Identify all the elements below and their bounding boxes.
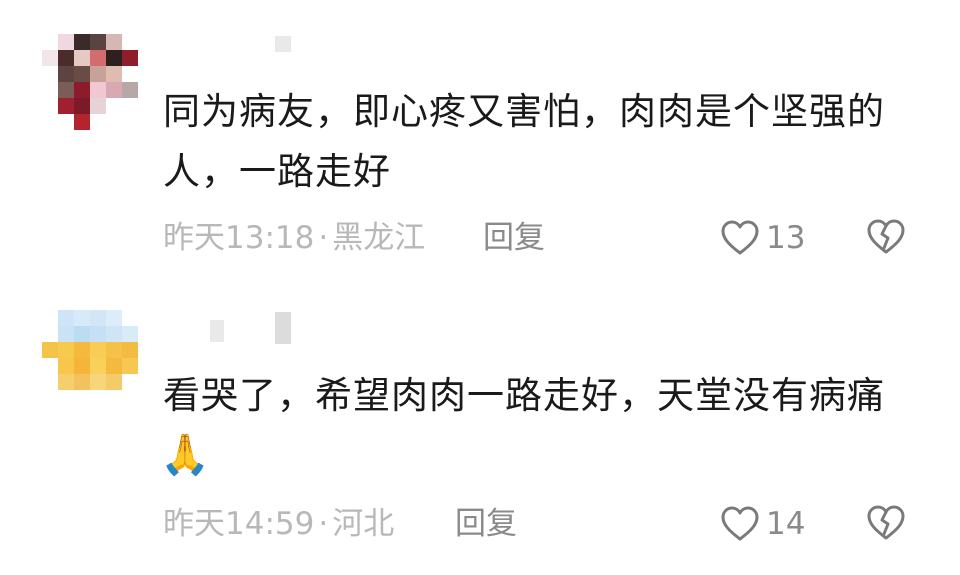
comment-location: 黑龙江 (332, 220, 426, 256)
avatar-pixel (122, 342, 138, 358)
avatar-pixel (58, 358, 74, 374)
avatar-pixel (90, 342, 106, 358)
avatar-pixel (74, 310, 90, 326)
avatar-pixel (106, 358, 122, 374)
avatar-pixel (106, 34, 122, 50)
reply-button[interactable]: 回复 (455, 504, 517, 544)
avatar-pixel (90, 374, 106, 390)
avatar-pixel (74, 34, 90, 50)
avatar-pixel (90, 66, 106, 82)
avatar-pixel (106, 342, 122, 358)
avatar-pixel (106, 66, 122, 82)
like-button[interactable]: 14 (720, 504, 805, 544)
avatar-pixel (74, 66, 90, 82)
comment-meta: 昨天13:18 · 黑龙江 (163, 218, 425, 258)
comment-text: 同为病友，即心疼又害怕，肉肉是个坚强的人，一路走好 (163, 90, 885, 193)
avatar-pixel (122, 358, 138, 374)
like-count: 14 (766, 506, 806, 542)
avatar-pixel (90, 82, 106, 98)
avatar-pixel (74, 326, 90, 342)
avatar-pixel (74, 374, 90, 390)
avatar-pixel (74, 342, 90, 358)
avatar-pixel (74, 98, 90, 114)
avatar-pixel (42, 342, 58, 358)
avatar-pixel (90, 310, 106, 326)
avatar-pixel (90, 98, 106, 114)
avatar-pixel (58, 310, 74, 326)
dislike-button[interactable] (866, 218, 906, 256)
avatar-pixel (90, 358, 106, 374)
avatar-pixel (74, 114, 90, 130)
like-count: 13 (766, 220, 806, 256)
broken-heart-icon (866, 504, 906, 542)
broken-heart-icon (866, 218, 906, 256)
heart-outline-icon (720, 505, 760, 543)
avatar-pixel (58, 326, 74, 342)
dislike-button[interactable] (866, 504, 906, 542)
avatar-pixel (106, 374, 122, 390)
avatar-pixel (74, 50, 90, 66)
username-pixel (275, 36, 291, 52)
avatar-pixel (58, 82, 74, 98)
avatar-pixel (58, 34, 74, 50)
avatar[interactable] (42, 310, 138, 406)
avatar-pixel (122, 50, 138, 66)
avatar-pixel (58, 342, 74, 358)
comment-text: 看哭了，希望肉肉一路走好，天堂没有病痛 (163, 374, 885, 417)
comment-location: 河北 (332, 506, 395, 542)
meta-separator: · (318, 220, 329, 256)
avatar-pixel (90, 34, 106, 50)
avatar-pixel (58, 66, 74, 82)
avatar-pixel (90, 50, 106, 66)
avatar-pixel (42, 50, 58, 66)
comment-meta: 昨天14:59 · 河北 (163, 504, 394, 544)
username-pixel (275, 312, 291, 344)
reply-button[interactable]: 回复 (483, 218, 545, 258)
username-pixel (210, 320, 224, 342)
avatar-pixel (106, 326, 122, 342)
avatar-pixel (90, 326, 106, 342)
avatar-pixel (122, 82, 138, 98)
avatar-pixel (106, 82, 122, 98)
avatar[interactable] (42, 34, 138, 130)
avatar-pixel (58, 374, 74, 390)
heart-outline-icon (720, 219, 760, 257)
avatar-pixel (106, 310, 122, 326)
avatar-pixel (122, 326, 138, 342)
like-button[interactable]: 13 (720, 218, 805, 258)
praying-hands-emoji: 🙏 (160, 432, 210, 478)
avatar-pixel (74, 82, 90, 98)
comment-time: 昨天13:18 (163, 220, 315, 256)
avatar-pixel (74, 358, 90, 374)
meta-separator: · (318, 506, 329, 542)
avatar-pixel (106, 50, 122, 66)
comment-time: 昨天14:59 (163, 506, 315, 542)
avatar-pixel (58, 98, 74, 114)
avatar-pixel (58, 50, 74, 66)
